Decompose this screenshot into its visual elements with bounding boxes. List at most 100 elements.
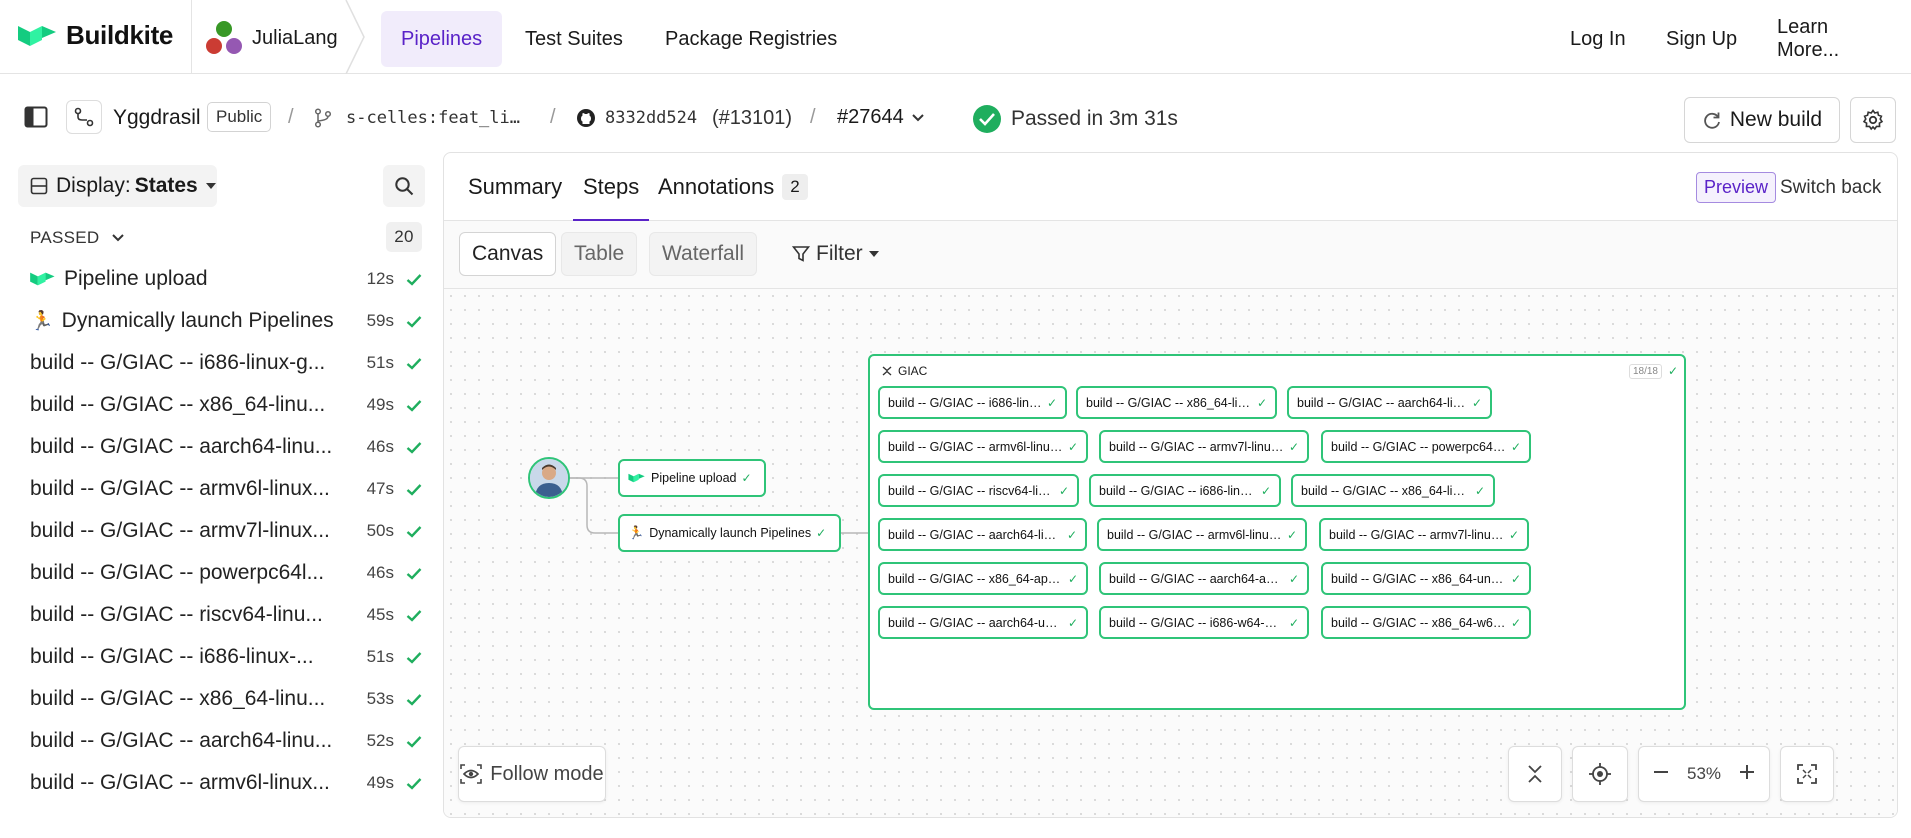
job-node[interactable]: build -- G/GIAC -- aarch64-unknow... ✓ [878, 606, 1088, 639]
breadcrumb-chevron-icon [345, 0, 365, 74]
job-node[interactable]: build -- G/GIAC -- x86_64-w64-min... ✓ [1321, 606, 1531, 639]
build-number-dropdown[interactable]: #27644 [837, 106, 924, 129]
step-name-text: build -- G/GIAC -- aarch64-linu... [30, 435, 333, 458]
step-item[interactable]: build -- G/GIAC -- x86_64-linu... 53s [30, 678, 424, 720]
plus-icon [1740, 764, 1754, 779]
view-waterfall-button[interactable]: Waterfall [649, 232, 758, 276]
node-label: Pipeline upload [651, 471, 737, 485]
step-item[interactable]: build -- G/GIAC -- x86_64-linu... 49s [30, 384, 424, 426]
nav-test-suites[interactable]: Test Suites [505, 11, 643, 67]
zoom-out-button[interactable] [1653, 764, 1669, 785]
nav-pipelines[interactable]: Pipelines [381, 11, 503, 67]
job-node[interactable]: build -- G/GIAC -- x86_64-linux-gnu ✓ [1076, 386, 1277, 419]
check-icon: ✓ [1067, 571, 1078, 586]
tab-steps[interactable]: Steps [572, 153, 650, 222]
job-node[interactable]: build -- G/GIAC -- armv6l-linux-gnu... ✓ [878, 430, 1088, 463]
locate-icon [1589, 763, 1611, 785]
job-node[interactable]: build -- G/GIAC -- armv6l-linux-mus... ✓ [1097, 518, 1307, 551]
commit-hash[interactable]: 8332dd524 [605, 108, 697, 128]
step-name-text: build -- G/GIAC -- armv6l-linux... [30, 771, 330, 794]
job-label: build -- G/GIAC -- x86_64-linux-gnu [1086, 395, 1252, 410]
minus-icon [1654, 770, 1668, 773]
org-switcher[interactable]: JuliaLang [204, 18, 338, 58]
layout-icon [30, 177, 48, 195]
preview-badge: Preview [1696, 172, 1777, 203]
group-progress: 18/18 [1628, 364, 1662, 379]
job-node[interactable]: build -- G/GIAC -- armv7l-linux-mus... ✓ [1319, 518, 1529, 551]
step-name: build -- G/GIAC -- aarch64-linu... [30, 729, 364, 753]
pipeline-name[interactable]: Yggdrasil [113, 106, 201, 130]
tab-bar: Summary Steps Annotations 2 Preview Swit… [444, 153, 1897, 222]
step-item[interactable]: build -- G/GIAC -- i686-linux-... 51s [30, 636, 424, 678]
nav-learn-more[interactable]: Learn More... [1757, 11, 1911, 67]
check-icon: ✓ [1286, 527, 1297, 542]
nav-log-in[interactable]: Log In [1550, 11, 1646, 67]
step-item[interactable]: build -- G/GIAC -- riscv64-linu... 45s [30, 594, 424, 636]
nav-sign-up[interactable]: Sign Up [1646, 11, 1757, 67]
job-node[interactable]: build -- G/GIAC -- aarch64-linux-gnu ✓ [1287, 386, 1492, 419]
step-item[interactable]: build -- G/GIAC -- powerpc64l... 46s [30, 552, 424, 594]
job-node[interactable]: build -- G/GIAC -- x86_64-apple-dar... ✓ [878, 562, 1088, 595]
job-node[interactable]: build -- G/GIAC -- armv7l-linux-gnu... ✓ [1099, 430, 1309, 463]
step-duration: 46s [366, 563, 394, 582]
job-node[interactable]: build -- G/GIAC -- aarch64-linux-musl ✓ [878, 518, 1087, 551]
check-icon: ✓ [1256, 395, 1267, 410]
filter-dropdown[interactable]: Filter [786, 232, 885, 276]
sidebar-toggle-icon[interactable] [24, 106, 48, 128]
job-node[interactable]: build -- G/GIAC -- riscv64-linux-gnu ✓ [878, 474, 1079, 507]
step-duration: 53s [366, 689, 394, 708]
job-node[interactable]: build -- G/GIAC -- powerpc64le-linu... ✓ [1321, 430, 1531, 463]
job-node[interactable]: build -- G/GIAC -- x86_64-linux-musl ✓ [1291, 474, 1495, 507]
view-canvas-button[interactable]: Canvas [459, 232, 557, 276]
step-name-text: build -- G/GIAC -- i686-linux-... [30, 645, 314, 668]
step-item[interactable]: build -- G/GIAC -- armv7l-linux... 50s [30, 510, 424, 552]
author-avatar[interactable] [528, 457, 570, 499]
check-icon: ✓ [1667, 364, 1678, 378]
fullscreen-button[interactable] [1780, 746, 1834, 802]
job-node[interactable]: build -- G/GIAC -- i686-linux-musl ✓ [1089, 474, 1281, 507]
job-label: build -- G/GIAC -- armv7l-linux-gnu... [1109, 439, 1284, 454]
tab-summary[interactable]: Summary [468, 153, 562, 221]
step-item[interactable]: build -- G/GIAC -- i686-linux-g... 51s [30, 342, 424, 384]
nav-package-registries[interactable]: Package Registries [645, 11, 857, 67]
step-item[interactable]: build -- G/GIAC -- aarch64-linu... 52s [30, 720, 424, 762]
follow-mode-button[interactable]: Follow mode [458, 746, 606, 802]
display-states-button[interactable]: Display: States [18, 165, 217, 207]
new-build-button[interactable]: New build [1684, 97, 1840, 143]
github-icon [576, 108, 596, 128]
pull-request-number[interactable]: (#13101) [712, 107, 792, 130]
step-item[interactable]: build -- G/GIAC -- armv6l-linux... 49s [30, 762, 424, 804]
step-duration: 51s [366, 353, 394, 372]
step-item[interactable]: build -- G/GIAC -- aarch64-linu... 46s [30, 426, 424, 468]
job-node[interactable]: build -- G/GIAC -- i686-w64-mingw32 ✓ [1099, 606, 1309, 639]
node-dynamic-launch[interactable]: 🏃 Dynamically launch Pipelines ✓ [618, 514, 841, 552]
settings-button[interactable] [1850, 97, 1896, 143]
pipeline-canvas[interactable]: Pipeline upload ✓ 🏃 Dynamically launch P… [444, 289, 1897, 817]
passed-group-header[interactable]: PASSED 20 [30, 222, 422, 254]
zoom-control: 53% [1638, 746, 1770, 802]
step-item[interactable]: 🏃 Dynamically launch Pipelines 59s [30, 300, 424, 342]
collapse-all-button[interactable] [1508, 746, 1562, 802]
group-giac[interactable]: GIAC 18/18 ✓ build -- G/GIAC -- i686-lin… [868, 354, 1686, 710]
pipeline-icon [66, 100, 102, 134]
build-header: Yggdrasil Public / s-celles:feat_li… / 8… [0, 74, 1911, 164]
job-label: build -- G/GIAC -- aarch64-linux-musl [888, 527, 1062, 542]
recenter-button[interactable] [1572, 746, 1628, 802]
switch-back-link[interactable]: Switch back [1780, 177, 1881, 199]
collapse-vertical-icon [1528, 765, 1542, 783]
view-table-button[interactable]: Table [561, 232, 638, 276]
brand[interactable]: Buildkite [18, 20, 173, 51]
zoom-in-button[interactable] [1739, 764, 1755, 785]
branch-name[interactable]: s-celles:feat_li… [346, 108, 520, 128]
job-node[interactable]: build -- G/GIAC -- i686-linux-gnu ✓ [878, 386, 1067, 419]
step-name-text: build -- G/GIAC -- armv6l-linux... [30, 477, 330, 500]
job-node[interactable]: build -- G/GIAC -- aarch64-apple-da... ✓ [1099, 562, 1309, 595]
org-name: JuliaLang [252, 26, 338, 49]
step-item[interactable]: Pipeline upload 12s [30, 258, 424, 300]
step-item[interactable]: build -- G/GIAC -- armv6l-linux... 47s [30, 468, 424, 510]
node-pipeline-upload[interactable]: Pipeline upload ✓ [618, 459, 766, 497]
job-node[interactable]: build -- G/GIAC -- x86_64-unknown... ✓ [1321, 562, 1531, 595]
build-number: #27644 [837, 106, 904, 128]
tab-annotations[interactable]: Annotations 2 [658, 153, 808, 221]
search-button[interactable] [383, 165, 425, 207]
